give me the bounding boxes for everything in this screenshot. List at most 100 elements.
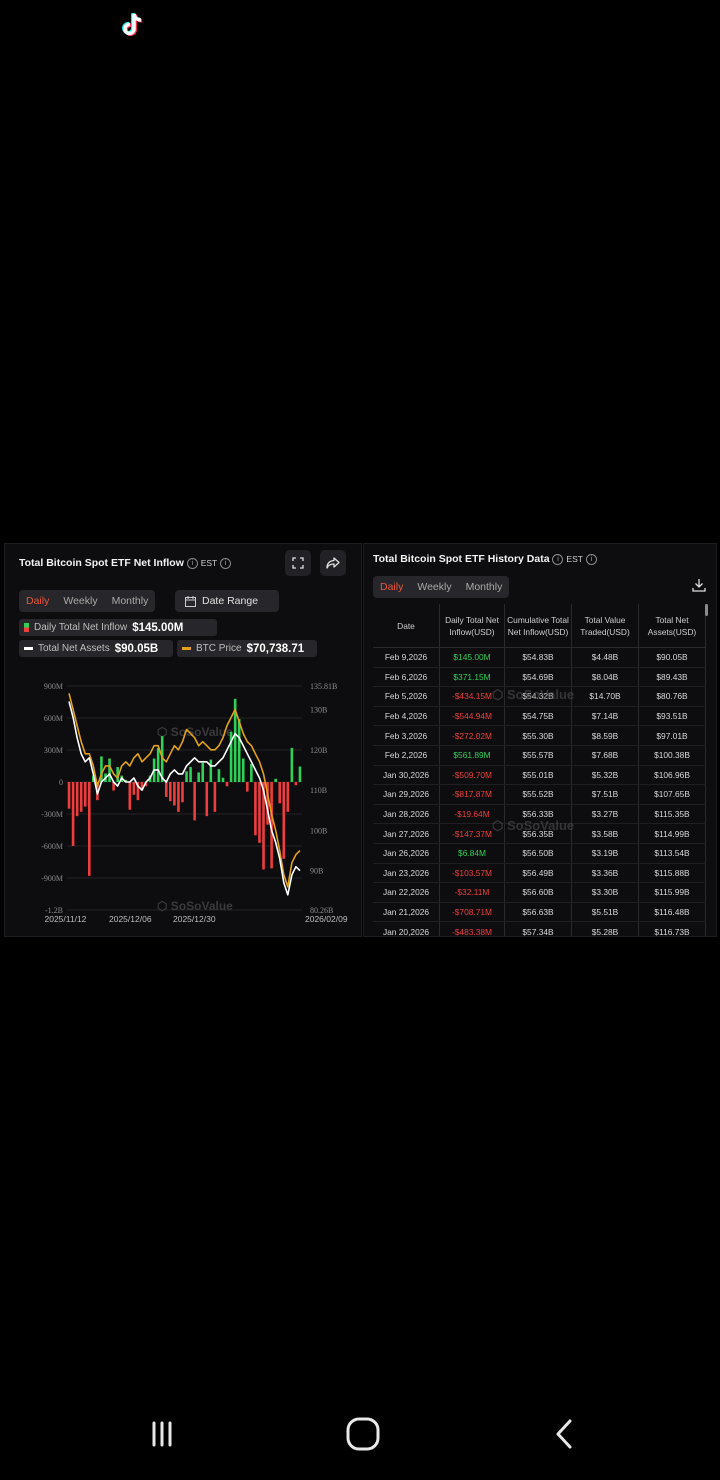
inflow-swatch <box>24 623 29 632</box>
cell-cumulative: $55.52B <box>504 784 572 805</box>
period-tabs: Daily Weekly Monthly <box>19 590 156 612</box>
info-icon[interactable]: i <box>585 553 597 565</box>
home-button[interactable] <box>341 1412 385 1456</box>
cell-net-assets: $106.96B <box>638 765 706 786</box>
table-row[interactable]: Jan 21,2026 -$708.71M $56.63B $5.51B $116.48… <box>373 902 706 923</box>
inflow-bar <box>132 782 136 795</box>
info-icon[interactable]: i <box>220 557 232 569</box>
cell-net-assets: $116.48B <box>638 902 706 923</box>
tab-monthly[interactable]: Monthly <box>105 590 156 612</box>
tab-weekly[interactable]: Weekly <box>56 590 104 612</box>
col-value-traded[interactable]: Total Value Traded(USD) <box>571 604 639 648</box>
cell-value-traded: $3.36B <box>571 863 639 884</box>
y-left-tick-label: 600M <box>44 714 63 723</box>
cell-daily-inflow: -$544.94M <box>439 706 505 727</box>
history-scroll-area[interactable]: Total Bitcoin Spot ETF History Data i ES… <box>364 544 718 936</box>
inflow-bar <box>156 747 160 782</box>
inflow-bar <box>181 782 184 803</box>
share-icon <box>326 557 340 569</box>
tab-daily[interactable]: Daily <box>19 590 56 612</box>
cell-daily-inflow: $6.84M <box>439 843 505 864</box>
tab-weekly[interactable]: Weekly <box>410 576 458 598</box>
col-cumulative[interactable]: Cumulative Total Net Inflow(USD) <box>504 604 572 648</box>
expand-icon <box>292 557 304 569</box>
share-button[interactable] <box>320 550 346 576</box>
inflow-bar <box>201 762 205 782</box>
cell-date: Jan 28,2026 <box>373 804 440 825</box>
x-tick-label: 2026/02/09 <box>305 914 348 924</box>
cell-value-traded: $8.04B <box>571 667 639 688</box>
date-range-button[interactable]: Date Range <box>175 590 279 612</box>
system-nav-bar <box>0 1412 720 1456</box>
table-row[interactable]: Feb 3,2026 -$272.02M $55.30B $8.59B $97.01B <box>373 725 706 746</box>
cell-value-traded: $7.51B <box>571 784 639 805</box>
cell-date: Jan 21,2026 <box>373 902 440 923</box>
col-date[interactable]: Date <box>373 604 440 648</box>
legend-price[interactable]: BTC Price $70,738.71 <box>177 640 317 657</box>
cell-net-assets: $80.76B <box>638 686 706 707</box>
table-row[interactable]: Feb 4,2026 -$544.94M $54.75B $7.14B $93.51B <box>373 706 706 727</box>
fullscreen-button[interactable] <box>285 550 311 576</box>
legend-inflow[interactable]: Daily Total Net Inflow $145.00M <box>19 619 217 636</box>
col-net-assets[interactable]: Total Net Assets(USD) <box>638 604 706 648</box>
cell-net-assets: $115.88B <box>638 863 706 884</box>
timezone-label: EST <box>200 558 218 568</box>
cell-daily-inflow: -$509.70M <box>439 765 505 786</box>
cell-daily-inflow: $561.89M <box>439 745 505 766</box>
home-icon <box>346 1417 380 1451</box>
cell-cumulative: $56.49B <box>504 863 572 884</box>
table-row[interactable]: Jan 30,2026 -$509.70M $55.01B $5.32B $106.96… <box>373 765 706 786</box>
inflow-bar <box>185 771 188 782</box>
col-daily-inflow[interactable]: Daily Total Net Inflow(USD) <box>439 604 505 648</box>
cell-cumulative: $56.63B <box>504 902 572 923</box>
download-button[interactable] <box>692 578 706 597</box>
table-row[interactable]: Feb 9,2026 $145.00M $54.83B $4.48B $90.05B <box>373 647 706 668</box>
y-left-tick-label: -900M <box>41 874 63 883</box>
cell-date: Feb 9,2026 <box>373 647 440 668</box>
tab-daily[interactable]: Daily <box>373 576 410 598</box>
inflow-bar <box>205 782 209 817</box>
inflow-bar <box>209 759 213 782</box>
inflow-bar <box>282 782 286 859</box>
x-tick-label: 2025/12/06 <box>109 914 152 924</box>
inflow-bar <box>246 782 249 792</box>
info-icon[interactable]: i <box>552 553 564 565</box>
info-icon[interactable]: i <box>186 557 198 569</box>
cell-date: Feb 3,2026 <box>373 725 440 746</box>
btc-price-line <box>68 693 301 888</box>
recent-apps-button[interactable] <box>140 1412 184 1456</box>
table-row[interactable]: Jan 22,2026 -$32.11M $56.60B $3.30B $115.99B <box>373 882 706 903</box>
table-row[interactable]: Feb 6,2026 $371.15M $54.69B $8.04B $89.43B <box>373 667 706 688</box>
cell-daily-inflow: -$817.87M <box>439 784 505 805</box>
inflow-bar <box>83 782 87 807</box>
tab-monthly[interactable]: Monthly <box>459 576 510 598</box>
y-right-tick-label: 110B <box>310 786 327 795</box>
cell-value-traded: $3.27B <box>571 804 639 825</box>
inflow-bar <box>79 782 83 812</box>
table-row[interactable]: Jan 29,2026 -$817.87M $55.52B $7.51B $107.65… <box>373 784 706 805</box>
watermark-logo: ⬡ SoSoValue <box>492 687 575 702</box>
net-inflow-chart[interactable]: 900M600M300M0-300M-600M-900M-1.2B135.81B… <box>7 676 361 932</box>
cell-date: Feb 2,2026 <box>373 745 440 766</box>
table-scrollbar[interactable] <box>705 604 708 616</box>
cell-date: Jan 23,2026 <box>373 863 440 884</box>
y-right-tick-label: 135.81B <box>310 682 337 691</box>
inflow-bar <box>254 782 257 836</box>
back-button[interactable] <box>543 1412 587 1456</box>
cell-date: Jan 22,2026 <box>373 882 440 903</box>
table-row[interactable]: Feb 2,2026 $561.89M $55.57B $7.68B $100.38B <box>373 745 706 766</box>
cell-net-assets: $107.65B <box>638 784 706 805</box>
watermark-logo: ⬡ SoSoValue <box>157 725 233 739</box>
table-header-row: Date Daily Total Net Inflow(USD) Cumulat… <box>373 604 706 648</box>
inflow-bar <box>258 782 261 843</box>
inflow-bar <box>173 782 176 806</box>
table-row[interactable]: Jan 23,2026 -$103.57M $56.49B $3.36B $115.88… <box>373 863 706 884</box>
inflow-bar <box>67 782 71 809</box>
cell-value-traded: $14.70B <box>571 686 639 707</box>
table-row[interactable]: Jan 26,2026 $6.84M $56.50B $3.19B $113.54B <box>373 843 706 864</box>
inflow-bar <box>189 767 192 782</box>
table-row[interactable]: Jan 20,2026 -$483.38M $57.34B $5.28B $116.73… <box>373 921 706 936</box>
legend-assets[interactable]: Total Net Assets $90.05B <box>19 640 173 657</box>
inflow-bar <box>294 782 298 786</box>
net-inflow-title: Total Bitcoin Spot ETF Net Inflow i EST … <box>19 557 232 569</box>
